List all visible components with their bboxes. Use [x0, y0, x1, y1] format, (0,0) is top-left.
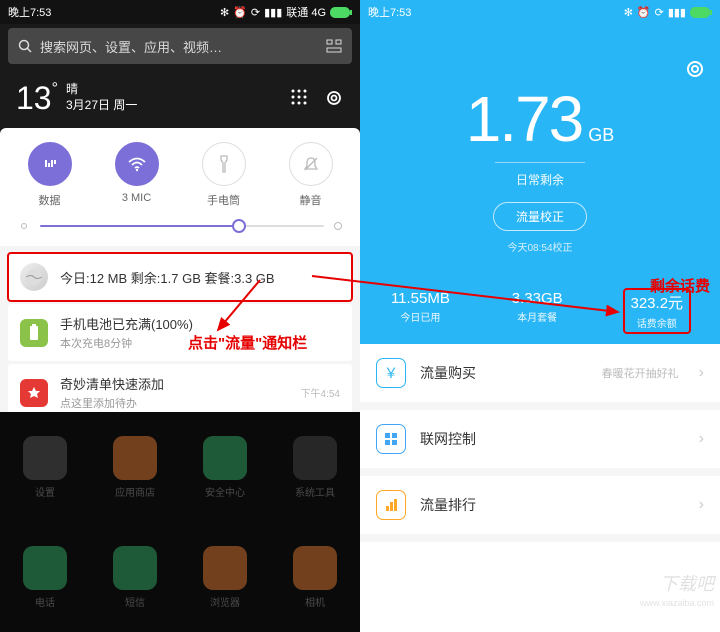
- wunderlist-notif-sub: 点这里添加待办: [60, 395, 289, 411]
- watermark: 下载吧: [660, 570, 714, 596]
- bluetooth-icon: ✻: [220, 6, 229, 19]
- app-phone[interactable]: 电话: [23, 546, 67, 609]
- app-tools[interactable]: 系统工具: [293, 436, 337, 499]
- search-icon: [18, 39, 32, 53]
- notification-list: 今日:12 MB 剩余:1.7 GB 套餐:3.3 GB 手机电池已充满(100…: [0, 246, 360, 428]
- search-bar[interactable]: 搜索网页、设置、应用、视频…: [8, 28, 352, 64]
- app-security[interactable]: 安全中心: [203, 436, 247, 499]
- alarm-icon: ⏰: [637, 6, 651, 19]
- app-grid: 设置 应用商店 安全中心 系统工具 电话 短信 浏览器 相机: [0, 412, 360, 632]
- toggle-torch[interactable]: 手电筒: [188, 142, 260, 208]
- brightness-low-icon: [18, 220, 30, 232]
- carrier-text: 联通 4G: [286, 4, 326, 20]
- stats-row: 11.55MB 今日已用 3.33GB 本月套餐 323.2元 话费余额: [360, 290, 720, 332]
- toggle-data[interactable]: 数据: [14, 142, 86, 208]
- status-icons-right: ✻ ⏰ ⟳ ▮▮▮: [411, 6, 712, 19]
- weather-date: 3月27日 周一: [66, 98, 137, 114]
- toggle-silent[interactable]: 静音: [275, 142, 347, 208]
- weather-widget[interactable]: 13° 晴 3月27日 周一: [0, 68, 360, 128]
- silent-icon: [289, 142, 333, 186]
- menu-buy-data[interactable]: ￥ 流量购买 春暖花开抽好礼 ›: [360, 344, 720, 410]
- menu-rank[interactable]: 流量排行 ›: [360, 476, 720, 542]
- app-browser[interactable]: 浏览器: [203, 546, 247, 609]
- weather-info: 晴 3月27日 周一: [66, 82, 137, 113]
- battery-notif-sub: 本次充电8分钟: [60, 335, 340, 351]
- wifi-icon: [115, 142, 159, 186]
- app-sms[interactable]: 短信: [113, 546, 157, 609]
- rank-icon: [376, 490, 406, 520]
- weather-condition: 晴: [66, 82, 137, 98]
- signal-icon: ▮▮▮: [264, 6, 282, 19]
- apps-grid-icon[interactable]: [290, 88, 308, 108]
- data-remaining-label: 日常剩余: [516, 171, 564, 188]
- traffic-notif-text: 今日:12 MB 剩余:1.7 GB 套餐:3.3 GB: [60, 268, 340, 287]
- right-screenshot: 晚上7:53 ✻ ⏰ ⟳ ▮▮▮ 1.73 GB 日常剩余 流量校正 今天08:…: [360, 0, 720, 632]
- battery-icon: [690, 7, 712, 18]
- menu-list: ￥ 流量购买 春暖花开抽好礼 › 联网控制 › 流量排行 ›: [360, 344, 720, 542]
- data-remaining-value: 1.73 GB: [466, 82, 615, 156]
- watermark-url: www.xiazaiba.com: [640, 598, 714, 608]
- app-camera[interactable]: 相机: [293, 546, 337, 609]
- temperature: 13°: [16, 80, 58, 117]
- app-settings[interactable]: 设置: [23, 436, 67, 499]
- search-placeholder: 搜索网页、设置、应用、视频…: [40, 37, 222, 56]
- signal-icon: ▮▮▮: [668, 6, 686, 19]
- stat-balance: 323.2元 话费余额: [625, 290, 690, 332]
- left-screenshot: 晚上7:53 ✻ ⏰ ⟳ ▮▮▮ 联通 4G 搜索网页、设置、应用、视频… 13…: [0, 0, 360, 632]
- status-time: 晚上7:53: [8, 4, 51, 20]
- toggle-wifi[interactable]: 3 MIC: [101, 142, 173, 208]
- alarm-icon: ⏰: [233, 6, 247, 19]
- net-control-icon: [376, 424, 406, 454]
- wunderlist-notif-title: 奇妙清单快速添加: [60, 374, 289, 393]
- data-usage-header: 1.73 GB 日常剩余 流量校正 今天08:54校正 11.55MB 今日已用…: [360, 24, 720, 344]
- torch-icon: [202, 142, 246, 186]
- bluetooth-icon: ✻: [624, 6, 633, 19]
- data-icon: [28, 142, 72, 186]
- notification-battery[interactable]: 手机电池已充满(100%) 本次充电8分钟: [8, 304, 352, 361]
- last-update-text: 今天08:54校正: [507, 239, 572, 254]
- status-icons: ✻ ⏰ ⟳ ▮▮▮ 联通 4G: [51, 4, 352, 20]
- traffic-notif-icon: [20, 263, 48, 291]
- battery-notif-title: 手机电池已充满(100%): [60, 314, 340, 333]
- wunderlist-notif-icon: [20, 379, 48, 407]
- status-bar-right: 晚上7:53 ✻ ⏰ ⟳ ▮▮▮: [360, 0, 720, 24]
- chevron-right-icon: ›: [699, 364, 704, 382]
- buy-icon: ￥: [376, 358, 406, 388]
- brightness-slider-row: [0, 214, 360, 246]
- status-bar-left: 晚上7:53 ✻ ⏰ ⟳ ▮▮▮ 联通 4G: [0, 0, 360, 24]
- wunderlist-notif-time: 下午4:54: [301, 385, 340, 400]
- brightness-slider[interactable]: [40, 225, 324, 227]
- chevron-right-icon: ›: [699, 496, 704, 514]
- battery-icon: [330, 7, 352, 18]
- quick-settings-panel: 数据 3 MIC 手电筒 静音: [0, 128, 360, 246]
- toggle-row: 数据 3 MIC 手电筒 静音: [0, 128, 360, 214]
- settings-gear-icon[interactable]: [684, 58, 706, 80]
- auto-brightness-icon[interactable]: [334, 222, 342, 230]
- status-time-right: 晚上7:53: [368, 4, 411, 20]
- slider-thumb[interactable]: [232, 219, 246, 233]
- sync-icon: ⟳: [655, 6, 664, 19]
- app-store[interactable]: 应用商店: [113, 436, 157, 499]
- chevron-right-icon: ›: [699, 430, 704, 448]
- settings-gear-icon[interactable]: [324, 88, 344, 108]
- scan-icon[interactable]: [326, 39, 342, 53]
- stat-today-used: 11.55MB 今日已用: [391, 290, 450, 332]
- correct-button[interactable]: 流量校正: [493, 202, 587, 231]
- divider: [495, 162, 585, 163]
- notification-traffic[interactable]: 今日:12 MB 剩余:1.7 GB 套餐:3.3 GB: [8, 253, 352, 301]
- sync-icon: ⟳: [251, 6, 260, 19]
- menu-net-control[interactable]: 联网控制 ›: [360, 410, 720, 476]
- battery-notif-icon: [20, 319, 48, 347]
- stat-month-plan: 3.33GB 本月套餐: [512, 290, 563, 332]
